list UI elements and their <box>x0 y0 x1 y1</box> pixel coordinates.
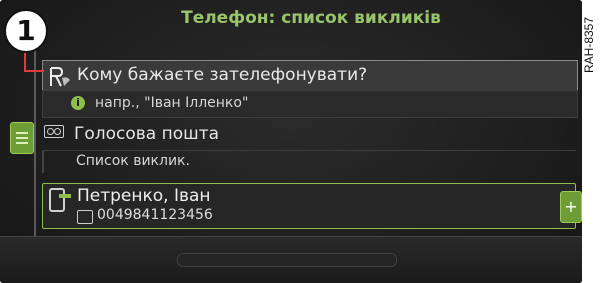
figure-code-label: RAH-8357 <box>582 16 596 74</box>
mobile-number-icon <box>77 210 93 224</box>
page-title: Телефон: список викликів <box>0 8 582 28</box>
call-list-label: Список виклик. <box>76 153 190 169</box>
info-icon: i <box>71 96 85 110</box>
mmi-screen: Телефон: список викликів Кому бажаєте за… <box>0 0 582 283</box>
page-title-text: Телефон: список викликів <box>181 8 441 28</box>
speech-hint-text: напр., "Іван Ілленко" <box>95 95 249 111</box>
speech-prompt-label: Кому бажаєте зателефонувати? <box>77 65 368 85</box>
add-button[interactable]: + <box>560 191 582 223</box>
voicemail-label: Голосова пошта <box>74 124 220 144</box>
menu-line-icon <box>16 137 28 139</box>
voice-command-icon <box>50 67 70 87</box>
voicemail-item[interactable]: Голосова пошта <box>44 124 219 144</box>
phone-icon <box>49 188 65 212</box>
voicemail-icon <box>44 125 64 138</box>
menu-line-icon <box>16 142 28 144</box>
divider <box>42 151 44 173</box>
contact-number: 0049841123456 <box>97 207 213 223</box>
contact-list-item[interactable]: Петренко, Іван 0049841123456 <box>42 183 576 229</box>
bottom-slider-track <box>177 253 397 267</box>
call-list-item[interactable]: Список виклик. <box>42 150 576 175</box>
bottom-bar <box>0 236 582 283</box>
speech-hint-row: i напр., "Іван Ілленко" <box>42 90 578 118</box>
callout-number: 1 <box>4 9 48 53</box>
menu-tab-left[interactable] <box>10 122 34 154</box>
speech-prompt-row[interactable]: Кому бажаєте зателефонувати? <box>42 60 578 92</box>
incoming-call-arrow-icon <box>59 194 71 198</box>
menu-line-icon <box>16 132 28 134</box>
contact-name: Петренко, Іван <box>77 186 211 206</box>
